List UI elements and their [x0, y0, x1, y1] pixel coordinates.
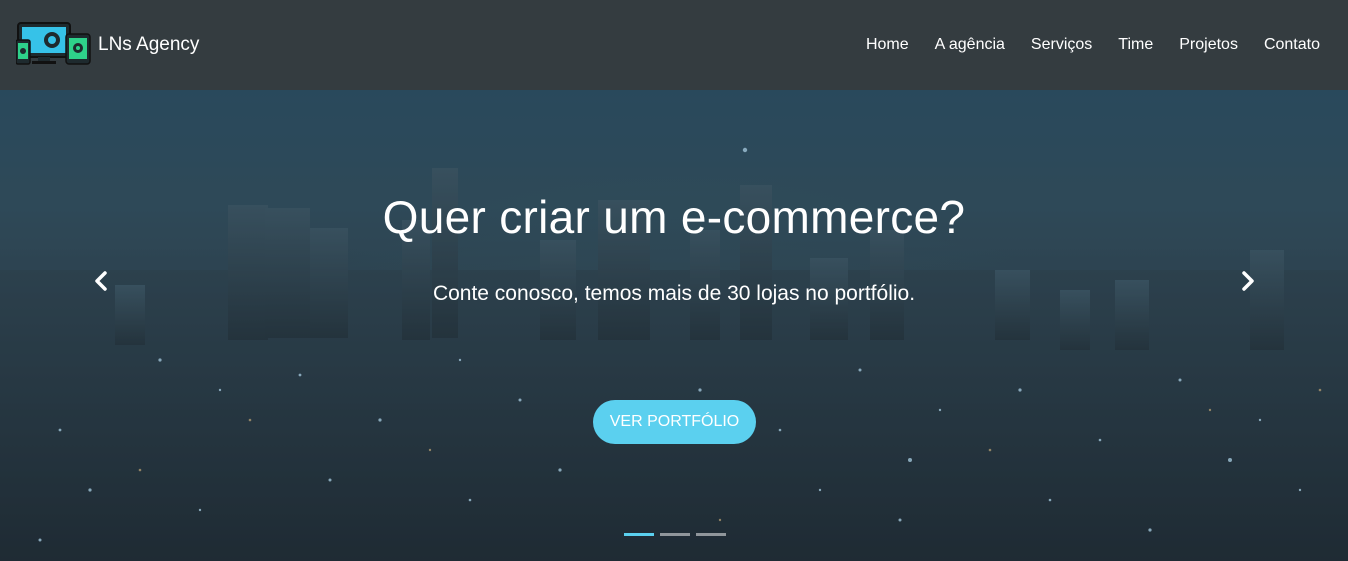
carousel-next-button[interactable] [1233, 266, 1263, 296]
carousel-prev-button[interactable] [86, 266, 116, 296]
hero-overlay [0, 90, 1348, 561]
nav-link-home[interactable]: Home [853, 36, 922, 54]
hero-subtitle: Conte conosco, temos mais de 30 lojas no… [432, 282, 916, 305]
navbar: LNs Agency Home A agência Serviços Time … [0, 0, 1348, 90]
nav-link-contato[interactable]: Contato [1251, 36, 1320, 54]
carousel-indicator-1[interactable] [624, 533, 654, 536]
brand-link[interactable]: LNs Agency [15, 20, 200, 71]
nav-link-time[interactable]: Time [1105, 36, 1166, 54]
view-portfolio-button[interactable]: VER PORTFÓLIO [593, 400, 756, 444]
devices-icon [15, 20, 92, 71]
hero-carousel: Quer criar um e-commerce? Conte conosco,… [0, 90, 1348, 561]
nav-menu: Home A agência Serviços Time Projetos Co… [853, 36, 1320, 54]
nav-link-projetos[interactable]: Projetos [1166, 36, 1251, 54]
brand-name: LNs Agency [98, 34, 200, 55]
nav-link-servicos[interactable]: Serviços [1018, 36, 1105, 54]
carousel-indicator-3[interactable] [696, 533, 726, 536]
carousel-indicators [624, 533, 726, 536]
hero-title: Quer criar um e-commerce? [382, 191, 966, 243]
nav-link-agencia[interactable]: A agência [922, 36, 1018, 54]
carousel-indicator-2[interactable] [660, 533, 690, 536]
chevron-right-icon [1242, 271, 1254, 291]
chevron-left-icon [95, 271, 107, 291]
